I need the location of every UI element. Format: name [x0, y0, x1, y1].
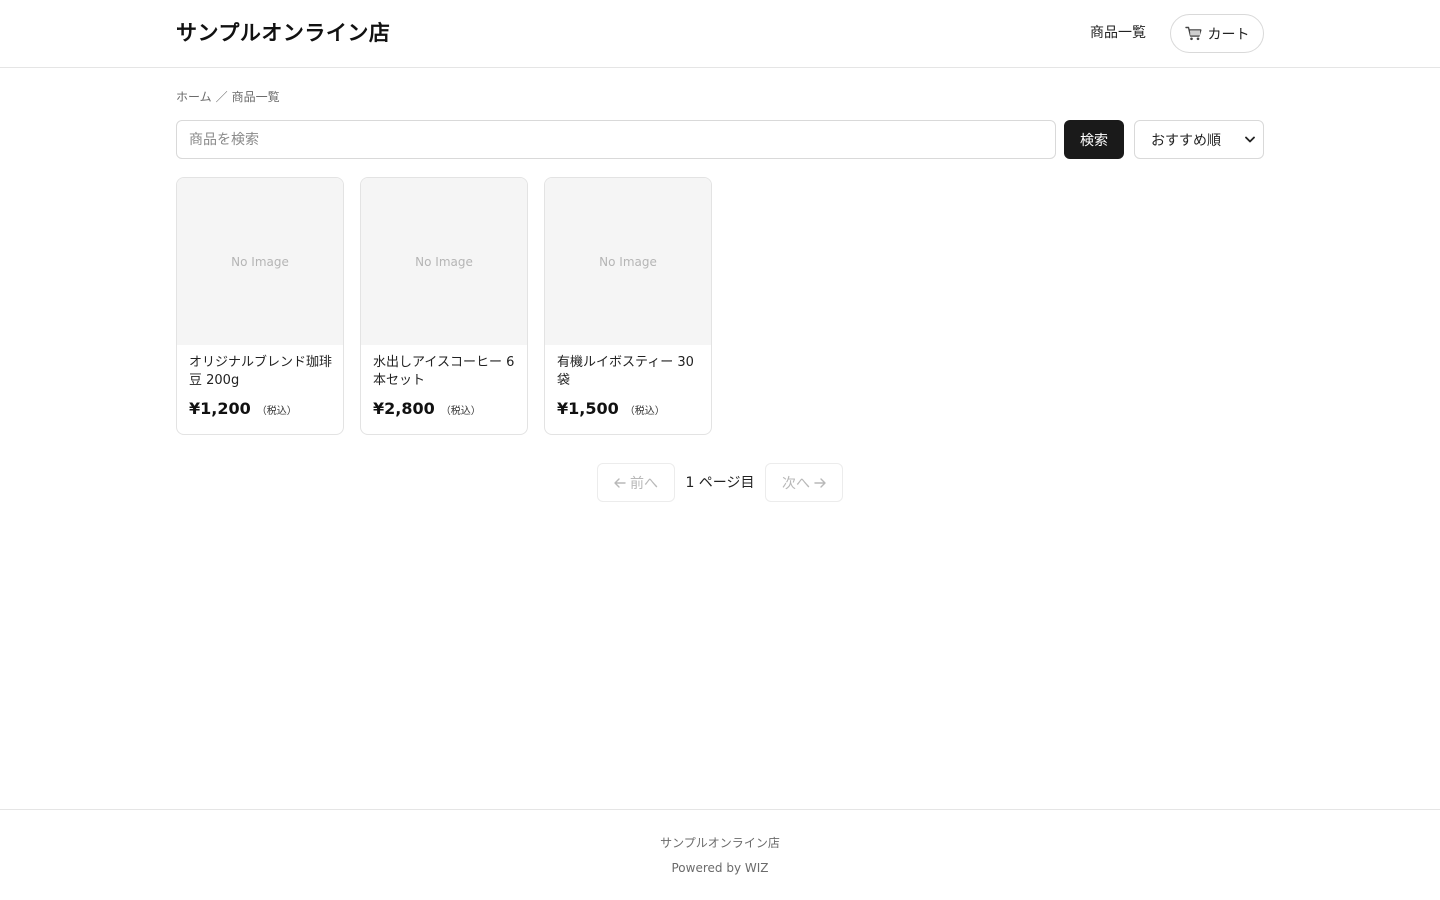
product-image-placeholder: No Image — [361, 178, 527, 345]
pagination-prev-button[interactable]: 前へ — [597, 463, 675, 502]
pagination-next-button[interactable]: 次へ — [765, 463, 843, 502]
product-card[interactable]: No Image 水出しアイスコーヒー 6本セット ¥2,800 （税込） — [360, 177, 528, 435]
breadcrumb: ホーム ／ 商品一覧 — [176, 88, 280, 106]
product-tax-note: （税込） — [624, 406, 665, 417]
product-name: オリジナルブレンド珈琲豆 200g — [189, 355, 333, 388]
site-header: サンプルオンライン店 商品一覧 カート — [0, 0, 1440, 68]
arrow-right-icon — [814, 477, 826, 488]
footer-store-name: サンプルオンライン店 — [660, 836, 780, 850]
pagination-current-page: 1 ページ目 — [685, 475, 755, 491]
product-price-row: ¥1,500 （税込） — [557, 399, 665, 418]
pagination-prev-label: 前へ — [630, 475, 658, 492]
search-input[interactable] — [176, 120, 1056, 159]
breadcrumb-home-link[interactable]: ホーム — [176, 88, 212, 106]
product-name: 水出しアイスコーヒー 6本セット — [373, 355, 515, 388]
arrow-left-icon — [614, 477, 626, 488]
product-card[interactable]: No Image 有機ルイボスティー 30袋 ¥1,500 （税込） — [544, 177, 712, 435]
search-button[interactable]: 検索 — [1064, 120, 1124, 159]
footer-powered-by: Powered by WIZ — [671, 861, 769, 875]
product-image-placeholder: No Image — [545, 178, 711, 345]
product-price: ¥1,500 — [557, 399, 619, 418]
product-image-placeholder: No Image — [177, 178, 343, 345]
site-footer: サンプルオンライン店 Powered by WIZ — [0, 809, 1440, 900]
pagination-next-label: 次へ — [782, 475, 810, 492]
breadcrumb-current: 商品一覧 — [231, 90, 280, 104]
product-card[interactable]: No Image オリジナルブレンド珈琲豆 200g ¥1,200 （税込） — [176, 177, 344, 435]
product-price-row: ¥2,800 （税込） — [373, 399, 481, 418]
shopping-cart-icon — [1184, 26, 1201, 41]
store-logo[interactable]: サンプルオンライン店 — [176, 18, 390, 48]
product-tax-note: （税込） — [440, 406, 481, 417]
chevron-down-icon — [1245, 136, 1255, 143]
sort-selected-value: おすすめ順 — [1151, 132, 1221, 149]
sort-select[interactable]: おすすめ順 — [1134, 120, 1264, 159]
cart-label: カート — [1207, 26, 1250, 43]
cart-button[interactable]: カート — [1170, 14, 1264, 53]
product-tax-note: （税込） — [256, 406, 297, 417]
product-name: 有機ルイボスティー 30袋 — [557, 355, 694, 388]
product-price-row: ¥1,200 （税込） — [189, 399, 297, 418]
product-price: ¥1,200 — [189, 399, 251, 418]
nav-products-link[interactable]: 商品一覧 — [1090, 23, 1146, 43]
breadcrumb-separator: ／ — [215, 90, 228, 104]
product-price: ¥2,800 — [373, 399, 435, 418]
page: サンプルオンライン店 商品一覧 カート ホーム ／ 商品一覧 検索 おすすめ順 … — [0, 0, 1440, 900]
